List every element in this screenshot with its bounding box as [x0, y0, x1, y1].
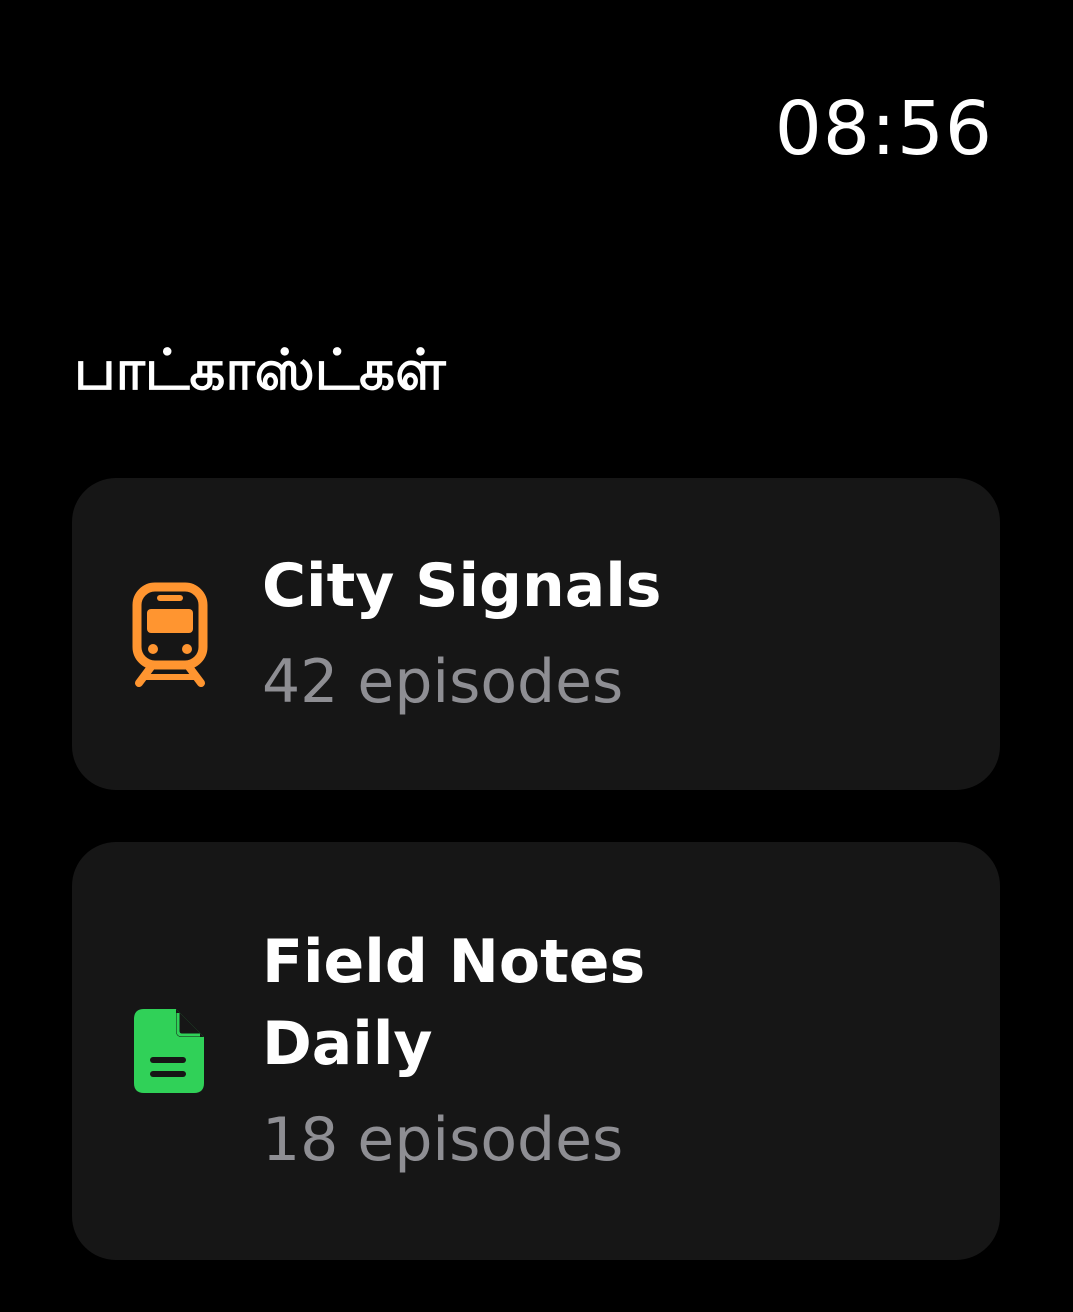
podcast-episode-count: 42 episodes — [262, 647, 624, 717]
podcast-item-city-signals[interactable]: City Signals 42 episodes — [72, 478, 1000, 790]
podcast-title-line-1: Field Notes — [262, 927, 646, 997]
podcast-item-text: City Signals 42 episodes — [262, 550, 662, 718]
document-icon — [130, 998, 210, 1104]
podcast-title-line-2: Daily — [262, 1009, 433, 1079]
page-title: பாட்காஸ்ட்கள் — [74, 338, 446, 403]
podcast-title: City Signals — [262, 551, 662, 621]
clock: 08:56 — [774, 86, 993, 172]
podcast-list: City Signals 42 episodes Field Notes Dai… — [72, 478, 1000, 1312]
podcast-item-field-notes-daily[interactable]: Field Notes Daily 18 episodes — [72, 842, 1000, 1260]
status-bar: 08:56 — [0, 0, 1073, 200]
train-icon — [130, 581, 210, 687]
podcast-episode-count: 18 episodes — [262, 1105, 624, 1175]
podcast-item-text: Field Notes Daily 18 episodes — [262, 926, 645, 1176]
